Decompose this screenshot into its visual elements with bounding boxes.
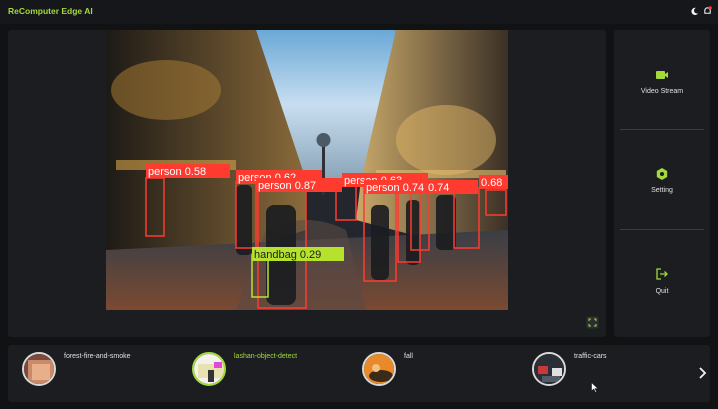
mouse-cursor-icon xyxy=(591,382,599,393)
model-card-lashan-object-detect[interactable]: lashan-object-detect xyxy=(178,345,343,402)
model-label: lashan-object-detect xyxy=(234,353,298,360)
exit-icon xyxy=(656,268,668,280)
model-card-traffic-cars[interactable]: traffic-cars xyxy=(518,345,683,402)
menu-item-video-stream[interactable]: Video Stream xyxy=(614,30,710,129)
detection-label: person 0.87 xyxy=(258,180,316,192)
video-scene: person 0.58 person 0.62 person 0.87 pers… xyxy=(106,30,508,310)
model-thumbnail xyxy=(192,352,226,386)
detection-label: 0.74 xyxy=(428,182,449,194)
detection-label: handbag 0.29 xyxy=(254,249,321,261)
model-label: forest-fire-and-smoke xyxy=(64,353,131,360)
menu-item-label: Quit xyxy=(655,288,669,295)
model-thumbnail xyxy=(532,352,566,386)
model-label: traffic-cars xyxy=(574,353,607,360)
detection-label: person 0.58 xyxy=(148,166,206,178)
notification-icon[interactable] xyxy=(703,6,712,16)
chevron-right-icon[interactable] xyxy=(696,366,708,380)
title-bar: ReComputer Edge AI xyxy=(0,0,718,24)
app-title: ReComputer Edge AI xyxy=(8,6,93,16)
model-label: fall xyxy=(404,353,413,360)
moon-icon[interactable] xyxy=(690,7,699,16)
menu-item-label: Setting xyxy=(651,187,673,194)
fullscreen-icon[interactable] xyxy=(586,316,599,329)
menu-item-setting[interactable]: Setting xyxy=(614,130,710,229)
model-card-forest-fire-and-smoke[interactable]: forest-fire-and-smoke xyxy=(8,345,173,402)
video-stream-frame: person 0.58 person 0.62 person 0.87 pers… xyxy=(106,30,508,310)
video-camera-icon xyxy=(656,71,668,79)
menu-item-label: Video Stream xyxy=(640,88,684,95)
video-panel: person 0.58 person 0.62 person 0.87 pers… xyxy=(8,30,606,337)
model-card-fall[interactable]: fall xyxy=(348,345,513,402)
model-thumbnail xyxy=(22,352,56,386)
side-menu: Video Stream Setting Quit xyxy=(614,30,710,337)
gear-icon xyxy=(656,168,668,180)
menu-item-quit[interactable]: Quit xyxy=(614,230,710,329)
detection-label: person 0.74 xyxy=(366,182,424,194)
model-selector: forest-fire-and-smoke lashan-object-dete… xyxy=(8,345,710,402)
detection-label: 0.68 xyxy=(481,177,502,189)
model-thumbnail xyxy=(362,352,396,386)
